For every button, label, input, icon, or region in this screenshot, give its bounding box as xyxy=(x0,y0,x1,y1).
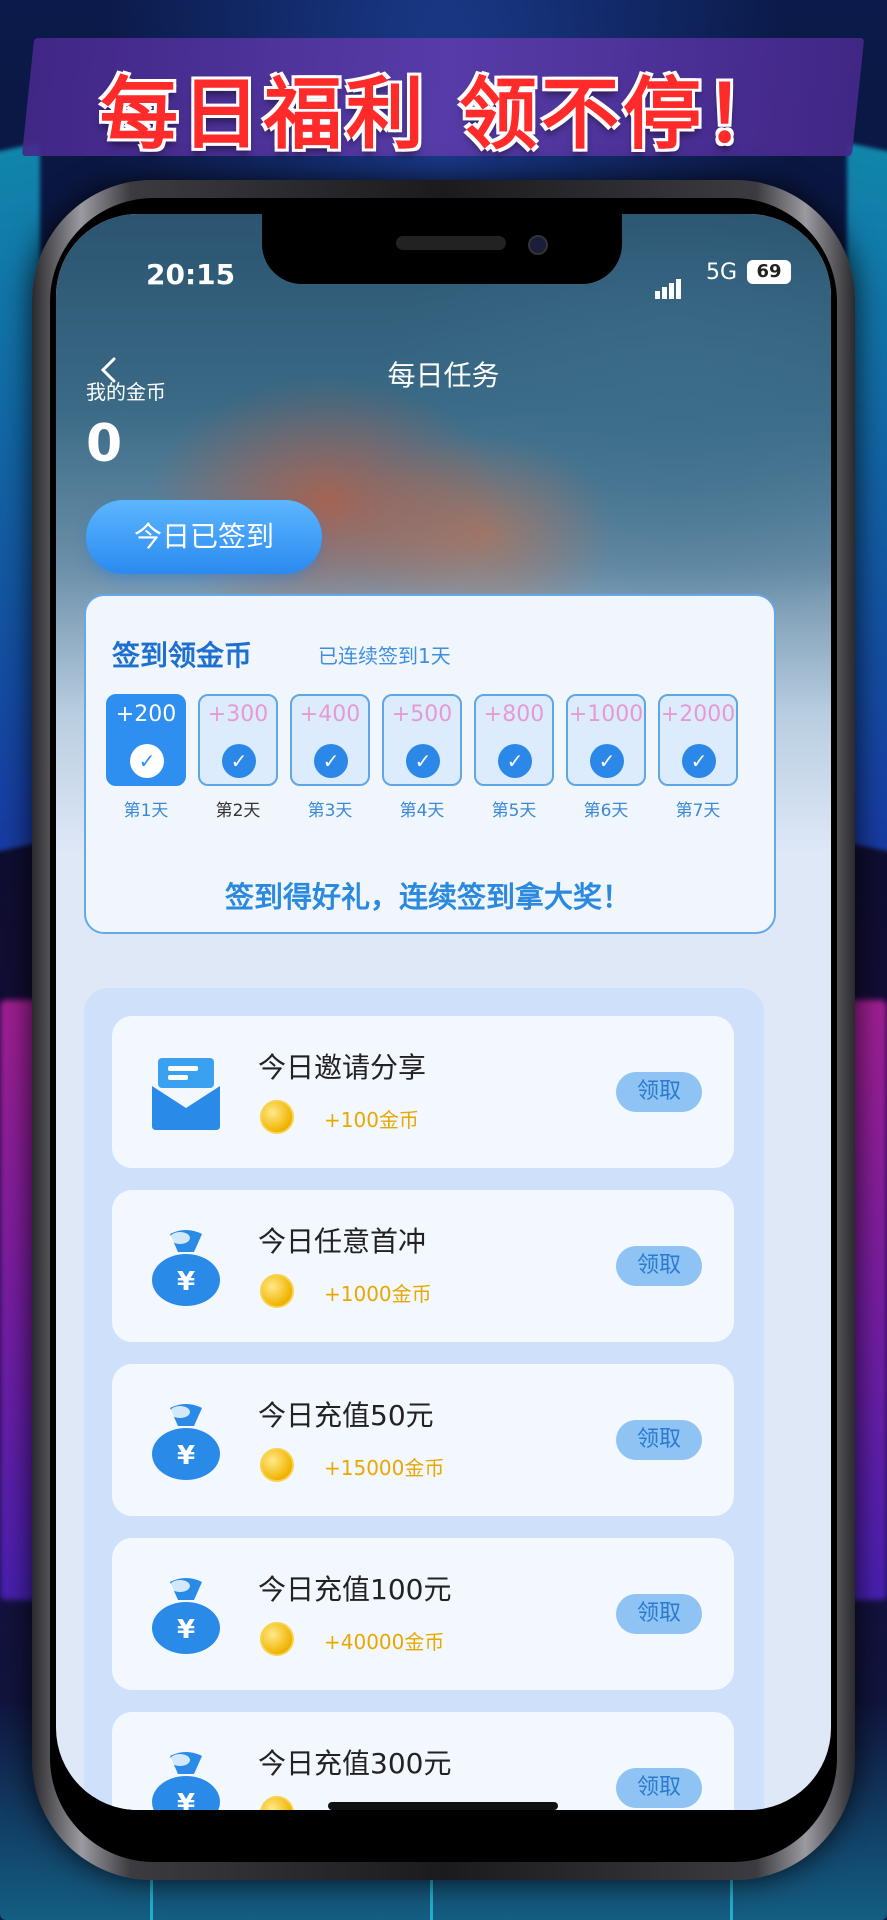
coin-icon xyxy=(260,1796,294,1810)
task-name: 今日任意首冲 xyxy=(258,1225,427,1258)
check-icon: ✓ xyxy=(130,744,164,778)
check-icon: ✓ xyxy=(682,744,716,778)
check-icon: ✓ xyxy=(222,744,256,778)
home-indicator[interactable] xyxy=(328,1802,558,1810)
task-card: ¥ 今日充值50元 +15000金币 领取 xyxy=(112,1364,734,1516)
task-reward: +15000金币 xyxy=(324,1456,445,1480)
checkin-button[interactable]: 今日已签到 xyxy=(86,500,322,574)
signal-icon xyxy=(653,266,681,299)
task-reward: +40000金币 xyxy=(324,1630,445,1654)
day-label: 第1天 xyxy=(123,801,169,821)
signin-streak: 已连续签到1天 xyxy=(318,644,451,668)
task-name: 今日充值50元 xyxy=(258,1399,434,1432)
coin-icon xyxy=(260,1274,294,1308)
phone-speaker xyxy=(396,236,506,250)
task-card: 今日邀请分享 +100金币 领取 xyxy=(112,1016,734,1168)
signin-day[interactable]: +500 ✓ 第4天 xyxy=(382,694,462,821)
claim-button[interactable]: 领取 xyxy=(616,1246,702,1286)
money-bag-icon: ¥ xyxy=(152,1752,220,1810)
task-card: ¥ 今日充值100元 +40000金币 领取 xyxy=(112,1538,734,1690)
task-name: 今日邀请分享 xyxy=(258,1051,427,1084)
signin-day[interactable]: +1000 ✓ 第6天 xyxy=(566,694,646,821)
task-name: 今日充值300元 xyxy=(258,1747,452,1780)
svg-text:¥: ¥ xyxy=(177,1267,195,1297)
day-label: 第7天 xyxy=(675,801,721,821)
task-name: 今日充值100元 xyxy=(258,1573,452,1606)
check-icon: ✓ xyxy=(314,744,348,778)
day-reward: +800 xyxy=(483,702,545,727)
coin-icon xyxy=(260,1100,294,1134)
claim-button[interactable]: 领取 xyxy=(616,1594,702,1634)
day-label: 第6天 xyxy=(583,801,629,821)
page-title: 每日任务 xyxy=(387,359,500,392)
check-icon: ✓ xyxy=(406,744,440,778)
phone-camera xyxy=(528,235,548,255)
coin-label: 我的金币 xyxy=(86,380,166,404)
signin-day[interactable]: +800 ✓ 第5天 xyxy=(474,694,554,821)
money-bag-icon: ¥ xyxy=(152,1230,220,1306)
check-icon: ✓ xyxy=(590,744,624,778)
day-reward: +2000 xyxy=(660,702,736,727)
coin-balance: 0 xyxy=(86,414,123,474)
coin-icon xyxy=(260,1448,294,1482)
signin-title: 签到领金币 xyxy=(112,639,253,672)
day-label: 第2天 xyxy=(215,801,261,821)
signin-day[interactable]: +2000 ✓ 第7天 xyxy=(658,694,738,821)
day-label: 第4天 xyxy=(399,801,445,821)
signin-day[interactable]: +300 ✓ 第2天 xyxy=(198,694,278,821)
signin-day[interactable]: +200 ✓ 第1天 xyxy=(106,694,186,821)
day-reward: +200 xyxy=(115,702,177,727)
task-reward: +100金币 xyxy=(324,1108,419,1132)
task-card: ¥ 今日充值300元 领取 xyxy=(112,1712,734,1810)
task-card: ¥ 今日任意首冲 +1000金币 领取 xyxy=(112,1190,734,1342)
svg-text:¥: ¥ xyxy=(177,1789,195,1810)
banner-title: 每日福利 领不停！ xyxy=(99,70,788,160)
day-reward: +500 xyxy=(391,702,453,727)
check-icon: ✓ xyxy=(498,744,532,778)
app-screen: 20:15 5G 69 每日任务 我的金币 0 今日已签到 签到领金币 已连续签… xyxy=(56,214,831,1810)
signin-slogan: 签到得好礼，连续签到拿大奖！ xyxy=(224,880,631,914)
money-bag-icon: ¥ xyxy=(152,1578,220,1654)
svg-text:¥: ¥ xyxy=(177,1441,195,1471)
signin-days: +200 ✓ 第1天 +300 ✓ 第2天 +400 ✓ 第3天 +500 ✓ 第4天 … xyxy=(106,694,756,821)
task-reward: +1000金币 xyxy=(324,1282,432,1306)
battery-icon: 69 xyxy=(747,260,791,284)
day-label: 第5天 xyxy=(491,801,537,821)
day-label: 第3天 xyxy=(307,801,353,821)
svg-text:¥: ¥ xyxy=(177,1615,195,1645)
day-reward: +300 xyxy=(207,702,269,727)
signin-day[interactable]: +400 ✓ 第3天 xyxy=(290,694,370,821)
claim-button[interactable]: 领取 xyxy=(616,1768,702,1808)
coin-icon xyxy=(260,1622,294,1656)
claim-button[interactable]: 领取 xyxy=(616,1072,702,1112)
day-reward: +1000 xyxy=(568,702,644,727)
day-reward: +400 xyxy=(299,702,361,727)
status-time: 20:15 xyxy=(146,258,236,291)
money-bag-icon: ¥ xyxy=(152,1404,220,1480)
network-label: 5G xyxy=(705,260,737,285)
claim-button[interactable]: 领取 xyxy=(616,1420,702,1460)
mail-icon xyxy=(152,1058,220,1130)
